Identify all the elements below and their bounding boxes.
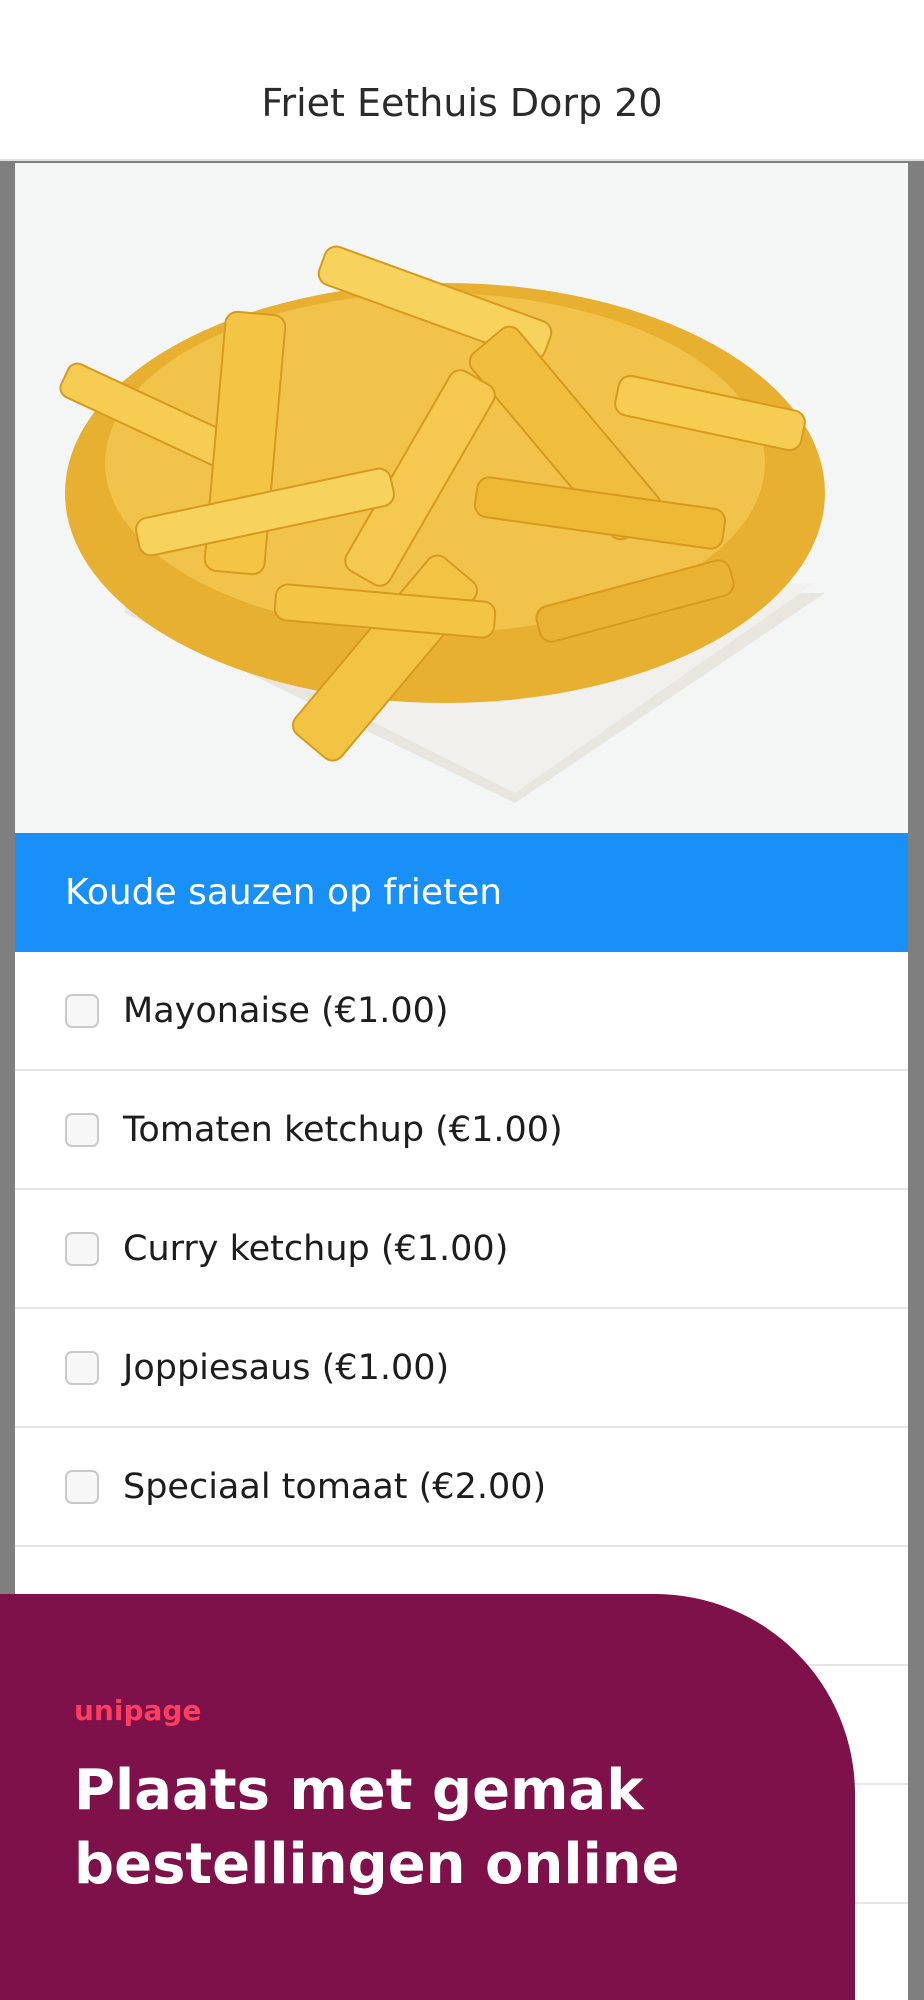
section-header: Koude sauzen op frieten [15, 833, 908, 952]
option-label: Mayonaise (€1.00) [123, 990, 449, 1031]
checkbox[interactable] [65, 1112, 99, 1147]
promo-headline: Plaats met gemak bestellingen online [74, 1758, 680, 1897]
option-label: Speciaal tomaat (€2.00) [123, 1466, 547, 1507]
option-speciaal-tomaat[interactable]: Speciaal tomaat (€2.00) [15, 1428, 908, 1547]
section-title: Koude sauzen op frieten [65, 872, 503, 913]
option-mayonaise[interactable]: Mayonaise (€1.00) [15, 952, 908, 1071]
option-curry-ketchup[interactable]: Curry ketchup (€1.00) [15, 1190, 908, 1309]
promo-banner[interactable]: unipage Plaats met gemak bestellingen on… [0, 1594, 855, 2000]
page-title: Friet Eethuis Dorp 20 [261, 81, 663, 125]
option-joppiesaus[interactable]: Joppiesaus (€1.00) [15, 1309, 908, 1428]
checkbox[interactable] [65, 1469, 99, 1504]
option-label: Curry ketchup (€1.00) [123, 1228, 509, 1269]
checkbox[interactable] [65, 1350, 99, 1385]
option-label: Joppiesaus (€1.00) [123, 1347, 450, 1388]
brand-logo: unipage [74, 1694, 202, 1727]
option-label: Tomaten ketchup (€1.00) [123, 1109, 563, 1150]
option-tomaten-ketchup[interactable]: Tomaten ketchup (€1.00) [15, 1071, 908, 1190]
checkbox[interactable] [65, 1231, 99, 1266]
fries-image [15, 163, 908, 833]
checkbox[interactable] [65, 993, 99, 1028]
top-bar: Friet Eethuis Dorp 20 [0, 0, 924, 161]
